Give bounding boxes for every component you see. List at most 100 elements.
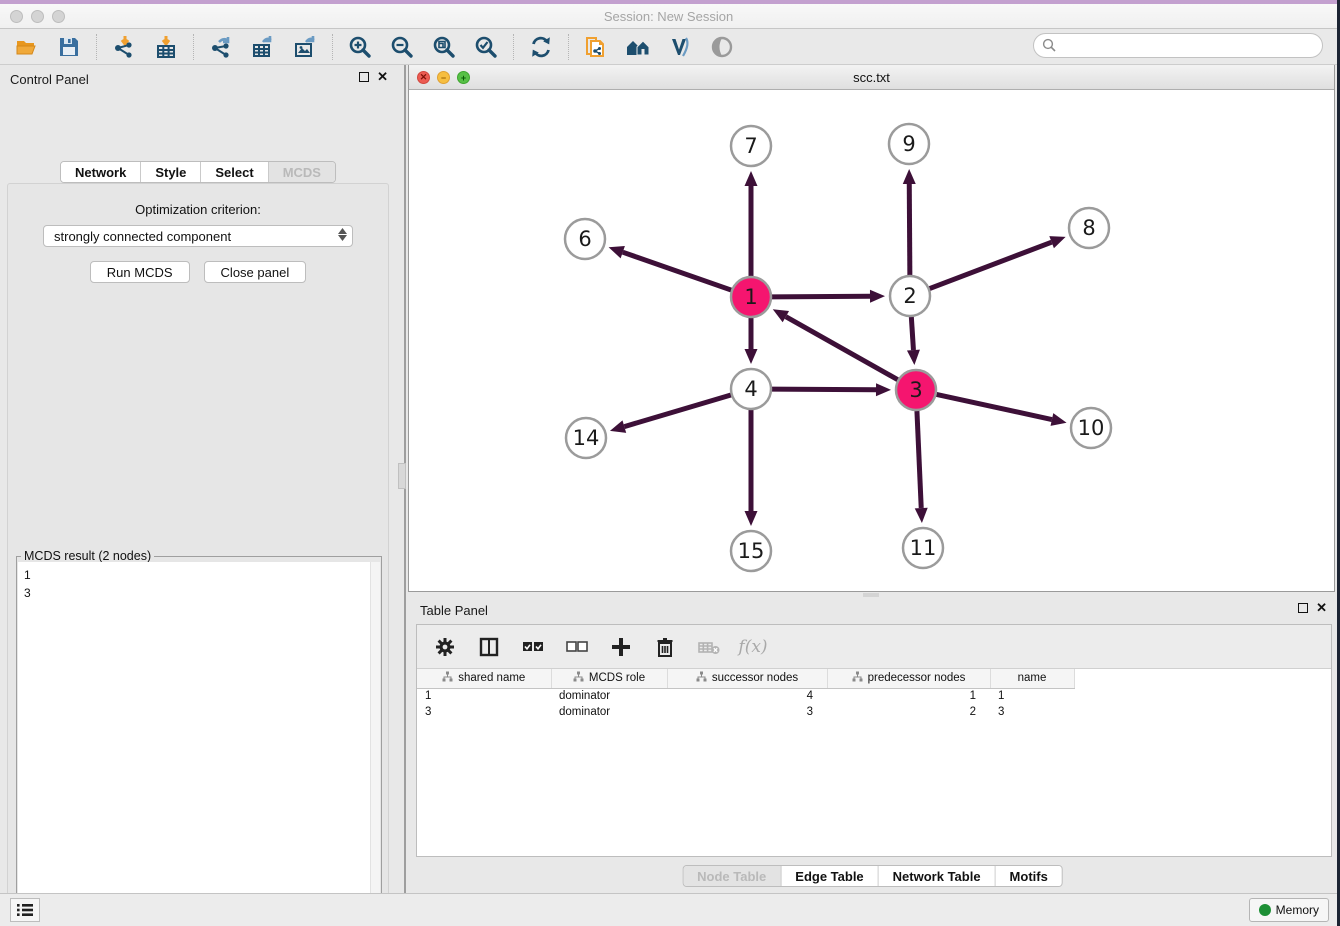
network-window-title: scc.txt: [409, 70, 1334, 85]
tab-style[interactable]: Style: [141, 162, 201, 182]
graph-node-1[interactable]: 1: [731, 277, 771, 317]
graph-node-8[interactable]: 8: [1069, 208, 1109, 248]
column-header-name[interactable]: name: [990, 669, 1074, 688]
graph-edge-3-11[interactable]: [917, 411, 921, 508]
deselect-all-icon[interactable]: [565, 635, 589, 659]
graph-node-7[interactable]: 7: [731, 126, 771, 166]
zoom-out-icon[interactable]: [389, 34, 415, 60]
export-table-icon[interactable]: [250, 34, 276, 60]
vizmapper-icon[interactable]: [667, 34, 693, 60]
open-file-icon[interactable]: [14, 34, 40, 60]
graph-edge-2-9[interactable]: [909, 184, 910, 275]
select-all-icon[interactable]: [521, 635, 545, 659]
column-header-predecessor-nodes[interactable]: predecessor nodes: [827, 669, 990, 688]
graph-edge-2-8[interactable]: [930, 242, 1052, 288]
graph-edge-1-2[interactable]: [772, 296, 870, 297]
graph-edge-3-10[interactable]: [937, 394, 1052, 419]
zoom-in-icon[interactable]: [347, 34, 373, 60]
control-panel: Control Panel ✕ NetworkStyleSelectMCDS O…: [0, 65, 396, 893]
graph-edge-arrowhead: [745, 171, 758, 186]
column-header-shared-name[interactable]: shared name: [417, 669, 551, 688]
graph-edge-4-3[interactable]: [772, 389, 876, 390]
column-header-successor-nodes[interactable]: successor nodes: [667, 669, 827, 688]
import-network-icon[interactable]: [111, 34, 137, 60]
tab-node-table[interactable]: Node Table: [683, 866, 781, 886]
graph-node-10[interactable]: 10: [1071, 408, 1111, 448]
graph-edge-4-14[interactable]: [624, 395, 731, 427]
export-network-icon[interactable]: [208, 34, 234, 60]
graph-edge-arrowhead: [1049, 236, 1065, 248]
graph-edge-arrowhead: [610, 420, 626, 432]
task-history-button[interactable]: [10, 898, 40, 922]
save-session-icon[interactable]: [56, 34, 82, 60]
svg-text:14: 14: [573, 426, 600, 450]
refresh-icon[interactable]: [528, 34, 554, 60]
memory-button[interactable]: Memory: [1249, 898, 1329, 922]
table-float-panel-icon[interactable]: [1298, 603, 1308, 613]
tab-network-table[interactable]: Network Table: [879, 866, 996, 886]
svg-text:3: 3: [909, 378, 922, 402]
search-input[interactable]: [1033, 33, 1323, 58]
graph-edge-arrowhead: [609, 246, 625, 258]
graph-edge-2-3[interactable]: [911, 317, 913, 350]
mcds-result-title: MCDS result (2 nodes): [21, 549, 154, 563]
zoom-selected-icon[interactable]: [473, 34, 499, 60]
graph-node-4[interactable]: 4: [731, 369, 771, 409]
vertical-splitter[interactable]: [396, 65, 408, 893]
first-neighbors-icon[interactable]: [625, 34, 651, 60]
graph-node-11[interactable]: 11: [903, 528, 943, 568]
table-row[interactable]: 1dominator411: [417, 688, 1331, 704]
tab-select[interactable]: Select: [201, 162, 268, 182]
close-panel-icon[interactable]: ✕: [377, 72, 388, 82]
splitter-handle[interactable]: [398, 463, 406, 489]
table-close-panel-icon[interactable]: ✕: [1316, 603, 1327, 613]
column-type-icon: [573, 671, 584, 685]
column-header-MCDS-role[interactable]: MCDS role: [551, 669, 667, 688]
svg-text:6: 6: [578, 227, 591, 251]
network-graph[interactable]: 7 9 6 8 1 2 4 3 14 10 15 11: [409, 90, 1334, 590]
graph-node-2[interactable]: 2: [890, 276, 930, 316]
network-window-titlebar[interactable]: ✕ − + scc.txt: [409, 65, 1334, 90]
export-image-icon[interactable]: [292, 34, 318, 60]
clone-network-icon[interactable]: [583, 34, 609, 60]
delete-row-icon[interactable]: [653, 635, 677, 659]
app-titlebar: Session: New Session: [0, 4, 1337, 29]
float-panel-icon[interactable]: [359, 72, 369, 82]
main-toolbar: [0, 29, 1337, 65]
graph-node-6[interactable]: 6: [565, 219, 605, 259]
tab-motifs[interactable]: Motifs: [996, 866, 1062, 886]
tab-mcds[interactable]: MCDS: [269, 162, 335, 182]
graph-edge-arrowhead: [745, 511, 758, 526]
graph-node-3[interactable]: 3: [896, 370, 936, 410]
horizontal-splitter-handle[interactable]: [863, 593, 879, 597]
zoom-fit-icon[interactable]: [431, 34, 457, 60]
import-table-icon[interactable]: [153, 34, 179, 60]
graph-edge-1-6[interactable]: [623, 252, 731, 290]
column-type-icon: [442, 671, 453, 685]
show-column-panel-icon[interactable]: [477, 635, 501, 659]
hide-selected-icon[interactable]: [709, 34, 735, 60]
network-canvas[interactable]: 7 9 6 8 1 2 4 3 14 10 15 11: [409, 90, 1334, 590]
table-row[interactable]: 3dominator323: [417, 704, 1331, 720]
delete-table-icon[interactable]: [697, 635, 721, 659]
graph-edge-arrowhead: [1051, 413, 1067, 426]
graph-node-9[interactable]: 9: [889, 124, 929, 164]
svg-text:15: 15: [738, 539, 765, 563]
result-scrollbar[interactable]: [370, 562, 380, 926]
graph-node-15[interactable]: 15: [731, 531, 771, 571]
graph-edge-arrowhead: [876, 383, 891, 396]
settings-gear-icon[interactable]: [433, 635, 457, 659]
close-panel-button[interactable]: Close panel: [204, 261, 307, 283]
criterion-dropdown[interactable]: strongly connected component: [43, 225, 353, 247]
function-builder-icon[interactable]: f(x): [741, 635, 765, 659]
mcds-result-text[interactable]: 1 3: [18, 562, 380, 926]
tab-edge-table[interactable]: Edge Table: [781, 866, 878, 886]
column-type-icon: [852, 671, 863, 685]
mcds-tab-content: Optimization criterion: strongly connect…: [7, 183, 389, 926]
add-row-icon[interactable]: [609, 635, 633, 659]
graph-edge-3-1[interactable]: [786, 317, 898, 380]
graph-edge-arrowhead: [915, 508, 928, 523]
tab-network[interactable]: Network: [61, 162, 141, 182]
graph-node-14[interactable]: 14: [566, 418, 606, 458]
run-mcds-button[interactable]: Run MCDS: [90, 261, 190, 283]
